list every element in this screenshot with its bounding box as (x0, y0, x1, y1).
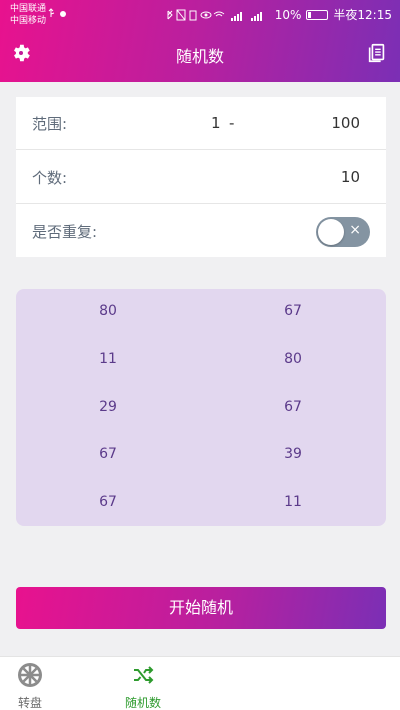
page-title: 随机数 (175, 47, 224, 66)
result-right-3: 67 (284, 399, 302, 415)
result-left-5: 67 (99, 494, 117, 510)
result-right-4: 39 (284, 446, 302, 462)
carrier-2: 中国移动 (10, 16, 47, 26)
result-left-3: 29 (99, 399, 117, 415)
system-status-icons (167, 9, 225, 20)
notification-icons (48, 8, 72, 21)
bottom-nav: 转盘 随机数 (0, 656, 400, 710)
range-label: 范围: (32, 115, 68, 133)
start-random-button[interactable]: 开始随机 (16, 587, 386, 629)
result-right-5: 11 (284, 494, 302, 510)
toggle-knob (318, 219, 344, 245)
count-label: 个数: (32, 169, 68, 187)
status-right: 10% 半夜12:15 (165, 6, 392, 23)
history-icon[interactable] (366, 42, 388, 64)
range-row: 范围: 1 - 100 (16, 97, 386, 150)
result-right-2: 80 (284, 351, 302, 367)
carrier-1: 中国联通 (10, 4, 47, 14)
count-input[interactable]: 10 (341, 168, 360, 186)
repeat-toggle[interactable]: × (316, 217, 370, 247)
status-bar: 中国联通 中国移动 10% 半夜12:15 (0, 0, 400, 30)
count-row: 个数: 10 (16, 151, 386, 204)
range-min-input[interactable]: 1 (211, 114, 221, 132)
shuffle-icon (134, 666, 154, 684)
range-max-input[interactable]: 100 (331, 114, 360, 132)
wheel-icon (18, 663, 42, 687)
app-header: 中国联通 中国移动 10% 半夜12:15 随机数 (0, 0, 400, 82)
range-separator: - (229, 114, 235, 132)
usb-icon (48, 8, 66, 17)
nav-item-random[interactable]: 随机数 (113, 661, 173, 710)
clock: 半夜12:15 (333, 8, 392, 22)
settings-card: 范围: 1 - 100 个数: 10 是否重复: × (16, 97, 386, 257)
signal-icons (230, 11, 262, 21)
title-bar: 随机数 (0, 34, 400, 74)
results-panel: 80 11 29 67 67 67 80 67 39 11 (16, 289, 386, 526)
result-right-1: 67 (284, 303, 302, 319)
result-left-1: 80 (99, 303, 117, 319)
nav-label-wheel: 转盘 (17, 696, 42, 710)
carrier-info: 中国联通 中国移动 (10, 3, 46, 27)
nav-label-random: 随机数 (124, 696, 161, 710)
battery-icon (306, 9, 329, 20)
result-left-2: 11 (99, 351, 117, 367)
nav-item-wheel[interactable]: 转盘 (0, 661, 60, 710)
result-left-4: 67 (99, 446, 117, 462)
repeat-row: 是否重复: × (16, 205, 386, 258)
battery-percent: 10% (274, 7, 302, 22)
close-icon: × (349, 222, 361, 238)
repeat-label: 是否重复: (32, 223, 98, 241)
